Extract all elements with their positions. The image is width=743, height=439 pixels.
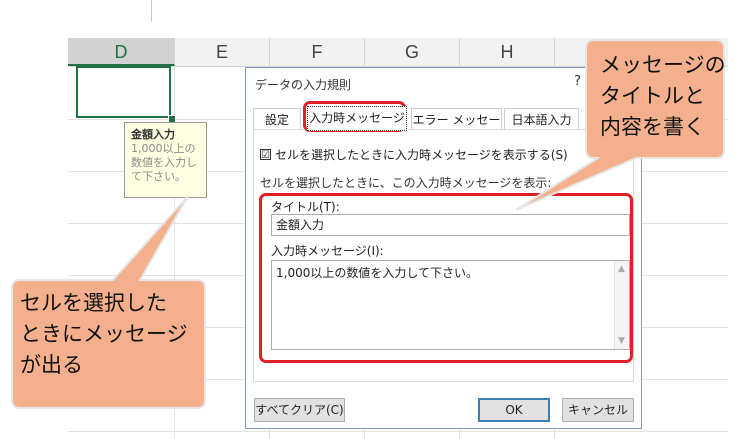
group-label: セルを選択したときに、この入力時メッセージを表示: (260, 176, 552, 190)
input-message-panel: ☑ セルを選択したときに入力時メッセージを表示する(S) セルを選択したときに、… (253, 129, 634, 382)
show-message-option[interactable]: ☑ セルを選択したときに入力時メッセージを表示する(S) (260, 146, 568, 163)
checkbox-checked-icon[interactable]: ☑ (260, 149, 271, 161)
formula-area (68, 0, 728, 39)
formula-separator (151, 0, 152, 22)
title-field-label: タイトル(T): (271, 200, 340, 214)
title-input[interactable]: 金額入力 (271, 214, 630, 236)
column-header-d[interactable]: D (68, 38, 175, 66)
column-header-g[interactable]: G (365, 38, 460, 66)
tooltip-title: 金額入力 (131, 128, 175, 141)
scroll-up-icon[interactable]: ▲ (618, 264, 625, 274)
help-button[interactable]: ? (574, 74, 581, 89)
callout-bottom-left-text: セルを選択した ときにメッセージ が出る (20, 291, 188, 377)
message-textarea[interactable]: 1,000以上の数値を入力して下さい。 ▲ ▼ (271, 260, 630, 350)
dialog-title: データの入力規則 (255, 78, 352, 92)
tab-japanese-input[interactable]: 日本語入力 (504, 108, 579, 130)
message-scrollbar[interactable]: ▲ ▼ (614, 261, 629, 349)
column-header-e[interactable]: E (175, 38, 270, 66)
tab-bar: 設定 入力時メッセージ エラー メッセージ 日本語入力 (253, 106, 633, 149)
message-text: 1,000以上の数値を入力して下さい。 (276, 266, 478, 280)
column-header-h[interactable]: H (460, 38, 555, 66)
show-message-label: セルを選択したときに入力時メッセージを表示する(S) (275, 148, 568, 162)
column-header-f[interactable]: F (270, 38, 365, 66)
tab-error-message[interactable]: エラー メッセージ (411, 108, 502, 149)
data-validation-dialog: データの入力規則 ? 設定 入力時メッセージ エラー メッセージ 日本語入力 ☑… (245, 67, 642, 429)
clear-all-button[interactable]: すべてクリア(C) (254, 398, 345, 422)
input-message-tooltip: 金額入力 1,000以上の 数値を入力し て下さい。 (124, 122, 207, 198)
callout-top-right-text: メッセージの タイトルと 内容を書く (600, 53, 726, 139)
cancel-button[interactable]: キャンセル (562, 398, 634, 422)
ok-button[interactable]: OK (478, 398, 550, 422)
selected-cell-d[interactable] (76, 66, 171, 118)
tab-input-message[interactable]: 入力時メッセージ (307, 106, 407, 131)
scroll-down-icon[interactable]: ▼ (618, 336, 625, 346)
grid-line (68, 431, 728, 432)
tab-settings[interactable]: 設定 (253, 108, 301, 130)
tooltip-body: 1,000以上の 数値を入力し て下さい。 (131, 142, 197, 183)
message-field-label: 入力時メッセージ(I): (271, 244, 384, 258)
